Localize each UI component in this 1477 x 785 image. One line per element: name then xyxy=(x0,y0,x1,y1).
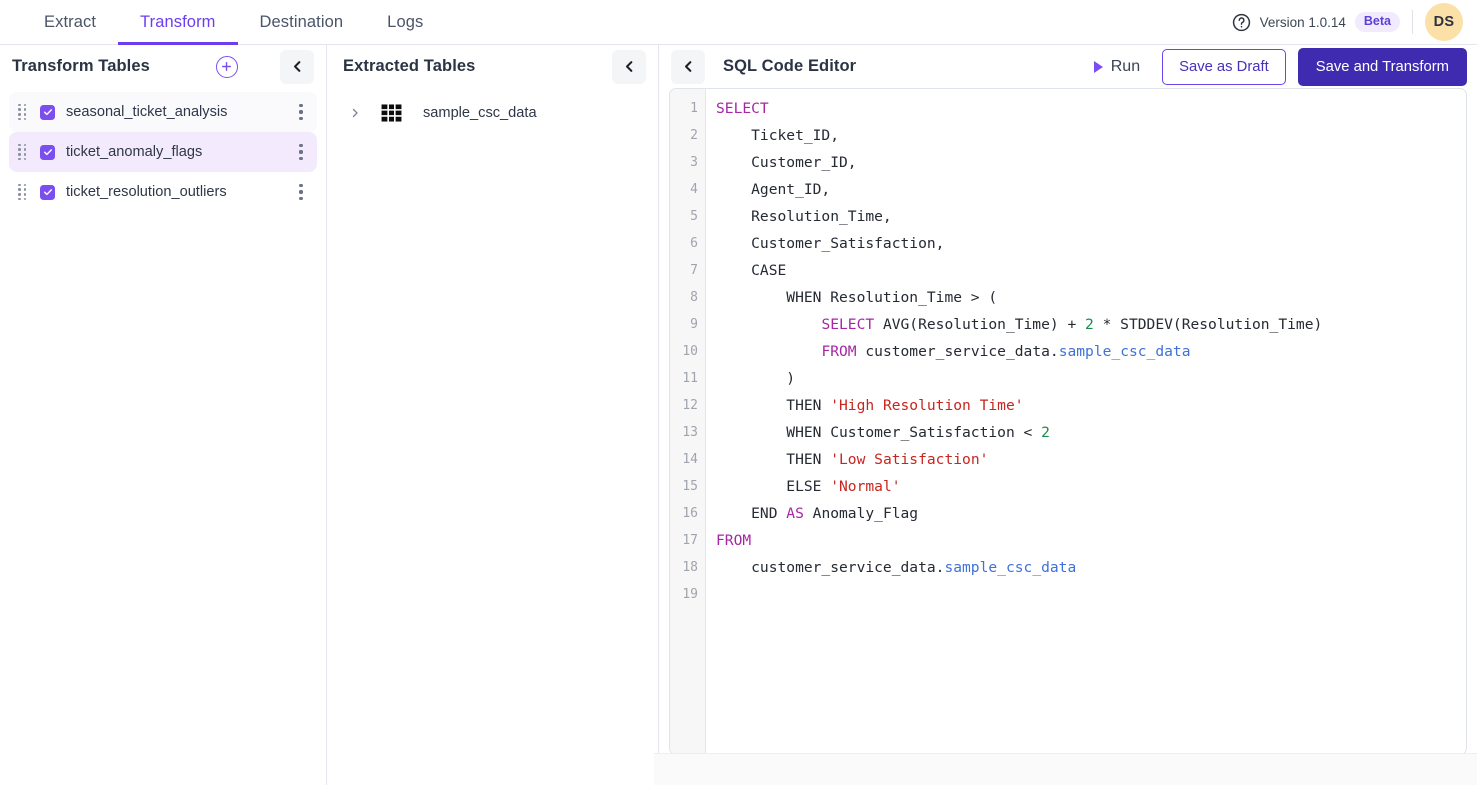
line-number: 7 xyxy=(670,257,705,284)
line-number: 4 xyxy=(670,176,705,203)
code-line[interactable]: Resolution_Time, xyxy=(716,203,1466,230)
line-number: 13 xyxy=(670,419,705,446)
table-row-menu-icon[interactable] xyxy=(293,101,309,123)
code-line[interactable]: Customer_Satisfaction, xyxy=(716,230,1466,257)
page-title: Transform Tables xyxy=(12,57,150,76)
code-line[interactable]: FROM xyxy=(716,527,1466,554)
sql-editor-toolbar: SQL Code Editor Run Save as Draft Save a… xyxy=(659,45,1477,88)
line-number: 3 xyxy=(670,149,705,176)
code-line[interactable]: WHEN Customer_Satisfaction < 2 xyxy=(716,419,1466,446)
extracted-tables-header: Extracted Tables xyxy=(327,45,658,88)
line-number: 14 xyxy=(670,446,705,473)
save-and-transform-button[interactable]: Save and Transform xyxy=(1298,48,1467,86)
extracted-tables-tree: sample_csc_data xyxy=(327,88,658,130)
drag-handle-icon[interactable] xyxy=(17,183,31,201)
table-checkbox[interactable] xyxy=(40,105,55,120)
footer-strip xyxy=(654,753,1477,785)
version-label: Version 1.0.14 xyxy=(1260,15,1346,30)
extracted-table-name: sample_csc_data xyxy=(423,105,537,121)
tab-transform[interactable]: Transform xyxy=(118,0,237,44)
list-item[interactable]: sample_csc_data xyxy=(341,96,648,130)
tab-extract[interactable]: Extract xyxy=(22,0,118,44)
tab-logs[interactable]: Logs xyxy=(365,0,445,44)
table-name-label: ticket_resolution_outliers xyxy=(66,184,227,200)
line-number-gutter: 12345678910111213141516171819 xyxy=(670,89,706,754)
chevron-right-icon[interactable] xyxy=(347,107,363,119)
code-line[interactable]: ) xyxy=(716,365,1466,392)
help-icon[interactable] xyxy=(1232,13,1251,32)
line-number: 10 xyxy=(670,338,705,365)
line-number: 17 xyxy=(670,527,705,554)
drag-handle-icon[interactable] xyxy=(17,103,31,121)
code-line[interactable]: ELSE 'Normal' xyxy=(716,473,1466,500)
code-line[interactable]: CASE xyxy=(716,257,1466,284)
line-number: 1 xyxy=(670,95,705,122)
code-line[interactable]: THEN 'Low Satisfaction' xyxy=(716,446,1466,473)
avatar[interactable]: DS xyxy=(1425,3,1463,41)
topbar-right-group: Version 1.0.14 Beta DS xyxy=(1232,0,1477,44)
play-triangle-icon xyxy=(1094,61,1103,73)
collapse-extracted-panel-button[interactable] xyxy=(612,50,646,84)
code-line[interactable]: THEN 'High Resolution Time' xyxy=(716,392,1466,419)
top-navigation-bar: Extract Transform Destination Logs Versi… xyxy=(0,0,1477,45)
line-number: 6 xyxy=(670,230,705,257)
run-button[interactable]: Run xyxy=(1084,52,1150,82)
table-checkbox[interactable] xyxy=(40,185,55,200)
sql-code-editor[interactable]: 12345678910111213141516171819 SELECT Tic… xyxy=(669,88,1467,755)
code-line[interactable]: Ticket_ID, xyxy=(716,122,1466,149)
main-tabs: Extract Transform Destination Logs xyxy=(0,0,445,44)
table-row-menu-icon[interactable] xyxy=(293,181,309,203)
table-row-menu-icon[interactable] xyxy=(293,141,309,163)
line-number: 12 xyxy=(670,392,705,419)
run-button-label: Run xyxy=(1111,58,1140,76)
line-number: 15 xyxy=(670,473,705,500)
extracted-tables-title: Extracted Tables xyxy=(343,57,475,76)
tab-destination[interactable]: Destination xyxy=(238,0,366,44)
transform-tables-header: Transform Tables xyxy=(0,45,326,88)
code-line[interactable]: Agent_ID, xyxy=(716,176,1466,203)
transform-tables-list: seasonal_ticket_analysis ticket_anomaly_… xyxy=(0,88,326,212)
transform-tables-panel: Transform Tables xyxy=(0,45,327,785)
code-line[interactable]: WHEN Resolution_Time > ( xyxy=(716,284,1466,311)
code-line[interactable]: customer_service_data.sample_csc_data xyxy=(716,554,1466,581)
code-line[interactable]: FROM customer_service_data.sample_csc_da… xyxy=(716,338,1466,365)
collapse-sql-panel-button[interactable] xyxy=(671,50,705,84)
line-number: 9 xyxy=(670,311,705,338)
table-row[interactable]: seasonal_ticket_analysis xyxy=(9,92,317,132)
collapse-transform-panel-button[interactable] xyxy=(280,50,314,84)
code-line[interactable]: SELECT AVG(Resolution_Time) + 2 * STDDEV… xyxy=(716,311,1466,338)
line-number: 5 xyxy=(670,203,705,230)
sql-editor-actions: Run Save as Draft Save and Transform xyxy=(1084,48,1467,86)
drag-handle-icon[interactable] xyxy=(17,143,31,161)
app-root: Extract Transform Destination Logs Versi… xyxy=(0,0,1477,785)
line-number: 2 xyxy=(670,122,705,149)
sql-editor-title: SQL Code Editor xyxy=(723,57,856,76)
line-number: 18 xyxy=(670,554,705,581)
save-as-draft-button[interactable]: Save as Draft xyxy=(1162,49,1286,85)
beta-badge: Beta xyxy=(1355,12,1400,32)
line-number: 19 xyxy=(670,581,705,608)
line-number: 11 xyxy=(670,365,705,392)
code-line[interactable]: Customer_ID, xyxy=(716,149,1466,176)
table-grid-icon xyxy=(381,104,405,122)
table-name-label: ticket_anomaly_flags xyxy=(66,144,202,160)
main-body: Transform Tables xyxy=(0,45,1477,785)
table-checkbox[interactable] xyxy=(40,145,55,160)
line-number: 8 xyxy=(670,284,705,311)
extracted-tables-panel: Extracted Tables xyxy=(327,45,659,785)
plus-circle-icon[interactable] xyxy=(216,56,238,78)
code-line[interactable]: SELECT xyxy=(716,95,1466,122)
table-row[interactable]: ticket_anomaly_flags xyxy=(9,132,317,172)
code-line[interactable] xyxy=(716,581,1466,608)
table-row[interactable]: ticket_resolution_outliers xyxy=(9,172,317,212)
divider xyxy=(1412,10,1413,34)
sql-editor-panel: SQL Code Editor Run Save as Draft Save a… xyxy=(659,45,1477,785)
line-number: 16 xyxy=(670,500,705,527)
sql-code-content[interactable]: SELECT Ticket_ID, Customer_ID, Agent_ID,… xyxy=(706,89,1466,754)
table-name-label: seasonal_ticket_analysis xyxy=(66,104,227,120)
code-line[interactable]: END AS Anomaly_Flag xyxy=(716,500,1466,527)
